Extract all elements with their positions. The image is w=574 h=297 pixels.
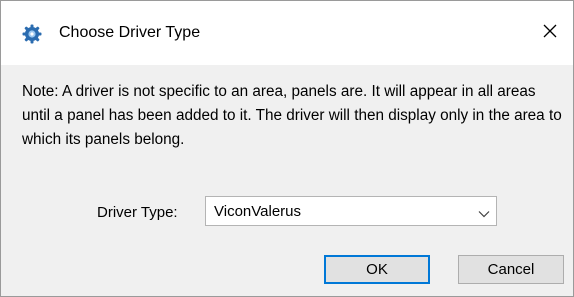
driver-type-selected-value: ViconValerus <box>214 203 301 220</box>
cancel-button[interactable]: Cancel <box>458 255 564 284</box>
gear-icon <box>22 24 42 44</box>
dialog-title: Choose Driver Type <box>59 24 201 41</box>
driver-type-label: Driver Type: <box>97 204 178 221</box>
driver-type-select[interactable]: ViconValerus <box>205 196 497 226</box>
chevron-down-icon <box>478 206 490 218</box>
close-button[interactable] <box>527 15 573 51</box>
close-icon <box>542 23 558 44</box>
choose-driver-type-dialog: Choose Driver Type Note: A driver is not… <box>0 0 574 297</box>
note-text: Note: A driver is not specific to an are… <box>22 83 562 148</box>
ok-button[interactable]: OK <box>324 255 430 284</box>
title-bar: Choose Driver Type <box>1 1 573 65</box>
